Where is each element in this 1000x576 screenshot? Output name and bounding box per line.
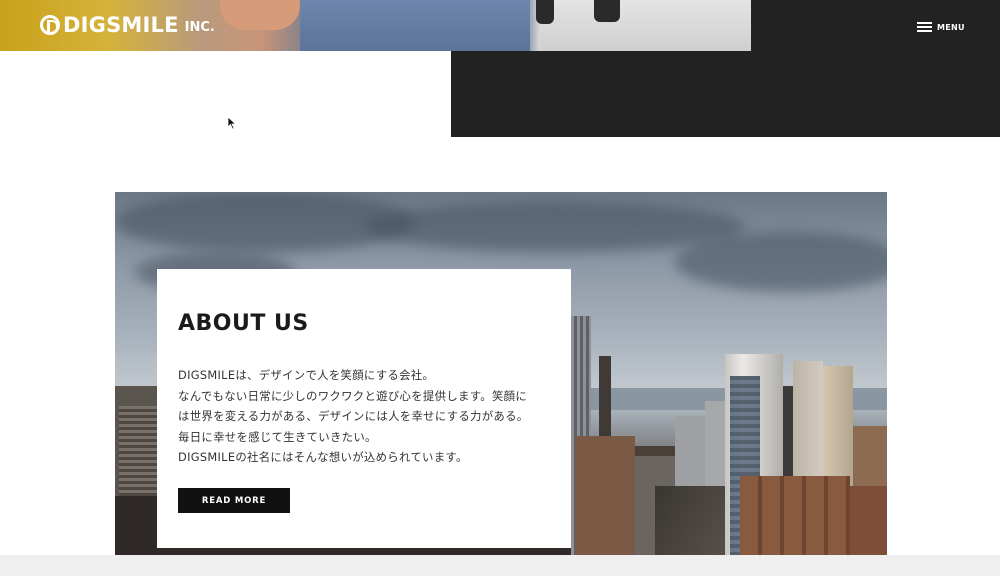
about-line: DIGSMILEは、デザインで人を笑顔にする会社。 (178, 368, 435, 382)
dark-panel (451, 51, 1000, 137)
hero-photo-arm (220, 0, 300, 30)
hero-photo-floor (540, 0, 751, 51)
menu-button[interactable]: MENU (917, 22, 965, 32)
hero-photo-shoe (536, 0, 554, 24)
about-line: DIGSMILEの社名にはそんな想いが込められています。 (178, 450, 468, 464)
hero-photo-shoe (594, 0, 620, 22)
logo-mark-icon (40, 15, 60, 35)
menu-label: MENU (937, 22, 965, 32)
cloud (365, 202, 745, 252)
read-more-button[interactable]: READ MORE (178, 488, 290, 513)
site-logo[interactable]: DIGSMILE INC. (40, 12, 215, 38)
about-title: ABOUT US (178, 311, 309, 336)
logo-suffix: INC. (184, 20, 215, 35)
hamburger-icon (917, 22, 932, 32)
about-card: ABOUT US DIGSMILEは、デザインで人を笑顔にする会社。 なんでもな… (157, 269, 571, 548)
about-body: DIGSMILEは、デザインで人を笑顔にする会社。 なんでもない日常に少しのワク… (178, 365, 558, 468)
about-line: なんでもない日常に少しのワクワクと遊び心を提供します。笑顔に (178, 388, 528, 403)
about-line: 毎日に幸せを感じて生きていきたい。 (178, 429, 377, 444)
bottom-band (0, 555, 1000, 576)
about-line: は世界を変える力がある、デザインには人を幸せにする力がある。 (178, 409, 529, 423)
hero-photo-jeans (300, 0, 530, 51)
logo-text: DIGSMILE (63, 13, 179, 37)
cloud (675, 232, 887, 292)
